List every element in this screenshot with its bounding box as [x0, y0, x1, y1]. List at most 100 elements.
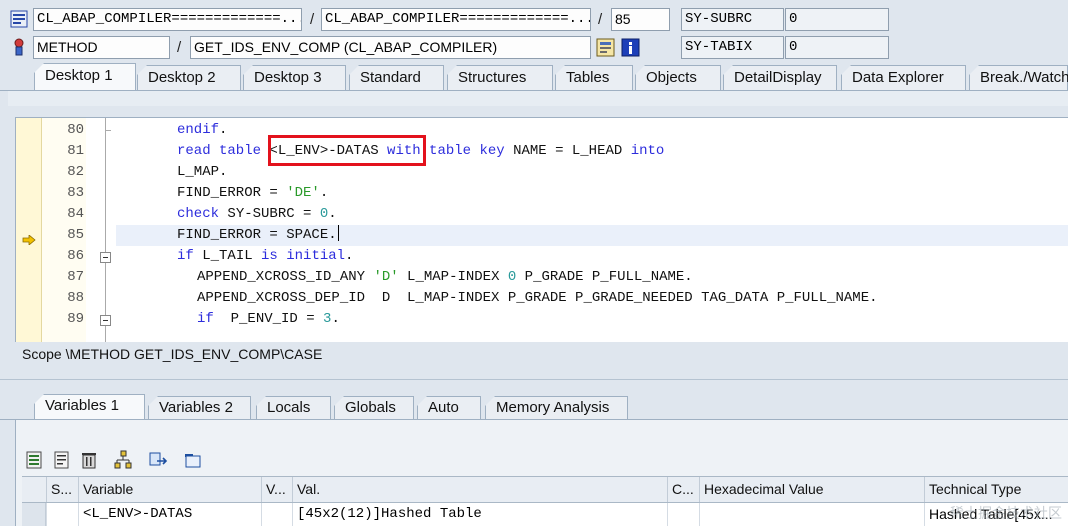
line-number: 84 — [67, 206, 84, 222]
fold-toggle-icon[interactable] — [100, 315, 111, 326]
variables-grid-header: S... Variable V... Val. C... Hexadecimal… — [22, 476, 1068, 503]
sysfield-value-1[interactable]: 0 — [785, 8, 889, 31]
code-text: APPEND_XCROSS_ID_ANY 'D' L_MAP-INDEX 0 P… — [197, 269, 693, 285]
code-line[interactable]: 83 FIND_ERROR = 'DE'. — [16, 183, 1068, 204]
code-text: if P_ENV_ID = 3. — [197, 311, 340, 327]
fold-end-tick — [105, 130, 111, 131]
tab-data-explorer[interactable]: Data Explorer — [841, 65, 966, 91]
header-row-program: CL_ABAP_COMPILER=============... / CL_AB… — [0, 6, 1068, 34]
line-number: 82 — [67, 164, 84, 180]
v-cell — [261, 503, 292, 526]
watermark: 稀土掘金技术社区 — [950, 505, 1062, 521]
line-number: 86 — [67, 248, 84, 264]
tab-globals[interactable]: Globals — [334, 396, 414, 420]
hierarchy-icon[interactable] — [113, 450, 133, 470]
fold-guide — [105, 118, 106, 342]
code-line[interactable]: 88 APPEND_XCROSS_DEP_ID D L_MAP-INDEX P_… — [16, 288, 1068, 309]
header-row-event: METHOD / GET_IDS_ENV_COMP (CL_ABAP_COMPI… — [0, 34, 1068, 62]
slash-separator: / — [598, 11, 603, 28]
folder-icon[interactable] — [183, 450, 203, 470]
current-code-line[interactable]: 85 FIND_ERROR = SPACE. — [67, 225, 1068, 246]
hex-cell — [699, 503, 924, 526]
fold-toggle-icon[interactable] — [100, 252, 111, 263]
code-text: if L_TAIL is initial. — [177, 248, 354, 264]
status-cell — [46, 503, 78, 526]
line-number: 89 — [67, 311, 84, 327]
code-text: FIND_ERROR = 'DE'. — [177, 185, 329, 201]
tab-variables-1[interactable]: Variables 1 — [34, 394, 145, 420]
display-object-icon[interactable] — [596, 38, 615, 57]
code-text: check SY-SUBRC = 0. — [177, 206, 337, 222]
line-number: 87 — [67, 269, 84, 285]
table-row[interactable]: <L_ENV>-DATAS [45x2(12)]Hashed Table Has… — [22, 503, 1068, 526]
tab-desktop-1[interactable]: Desktop 1 — [34, 63, 136, 91]
line-number: 80 — [67, 122, 84, 138]
tab-variables-2[interactable]: Variables 2 — [148, 396, 251, 420]
code-text: APPEND_XCROSS_DEP_ID D L_MAP-INDEX P_GRA… — [197, 290, 878, 306]
tab-break-watch[interactable]: Break./Watch — [969, 65, 1068, 91]
tab-memory-analysis[interactable]: Memory Analysis — [485, 396, 628, 420]
event-type-field[interactable]: METHOD — [33, 36, 170, 59]
line-number: 88 — [67, 290, 84, 306]
slash-separator: / — [177, 39, 182, 56]
code-line[interactable]: 84 check SY-SUBRC = 0. — [16, 204, 1068, 225]
column-header-v[interactable]: V... — [261, 477, 292, 502]
tab-structures[interactable]: Structures — [447, 65, 553, 91]
column-header-s[interactable]: S... — [46, 477, 78, 502]
tab-objects[interactable]: Objects — [635, 65, 721, 91]
tab-desktop-3[interactable]: Desktop 3 — [243, 65, 346, 91]
sysfield-name-1[interactable]: SY-SUBRC — [681, 8, 784, 31]
code-text: endif. — [177, 122, 228, 138]
code-line[interactable]: 89 if P_ENV_ID = 3. — [16, 309, 1068, 330]
sysfield-name-2[interactable]: SY-TABIX — [681, 36, 784, 59]
row-select-header[interactable] — [22, 477, 46, 502]
desktop-tabstrip: Desktop 1 Desktop 2 Desktop 3 Standard S… — [0, 63, 1068, 91]
pane-splitter[interactable] — [0, 379, 1068, 380]
tab-auto[interactable]: Auto — [417, 396, 481, 420]
document-icon[interactable] — [52, 450, 72, 470]
method-icon — [14, 38, 24, 56]
variable-cell[interactable]: <L_ENV>-DATAS — [78, 503, 261, 526]
code-line[interactable]: 87 APPEND_XCROSS_ID_ANY 'D' L_MAP-INDEX … — [16, 267, 1068, 288]
desktop-band — [8, 91, 1068, 106]
program-field[interactable]: CL_ABAP_COMPILER=============... — [33, 8, 302, 31]
c-cell — [667, 503, 699, 526]
transfer-icon[interactable] — [148, 450, 168, 470]
include-field[interactable]: CL_ABAP_COMPILER=============... — [321, 8, 591, 31]
column-header-hex[interactable]: Hexadecimal Value — [699, 477, 924, 502]
code-line[interactable]: 80 endif. — [16, 120, 1068, 141]
variables-tabstrip: Variables 1 Variables 2 Locals Globals A… — [0, 394, 1068, 420]
event-field[interactable]: GET_IDS_ENV_COMP (CL_ABAP_COMPILER) — [190, 36, 591, 59]
scope-label: Scope \METHOD GET_IDS_ENV_COMP\CASE — [22, 346, 323, 362]
code-line[interactable]: 82 L_MAP. — [16, 162, 1068, 183]
code-text: FIND_ERROR = SPACE. — [177, 225, 339, 243]
code-line[interactable]: 86 if L_TAIL is initial. — [16, 246, 1068, 267]
column-header-variable[interactable]: Variable — [78, 477, 261, 502]
tab-locals[interactable]: Locals — [256, 396, 331, 420]
code-line[interactable]: 81 read table <L_ENV>-DATAS with table k… — [16, 141, 1068, 162]
row-selector[interactable] — [22, 503, 46, 526]
text-cursor — [337, 225, 339, 241]
column-header-value[interactable]: Val. — [292, 477, 667, 502]
line-number: 83 — [67, 185, 84, 201]
info-icon[interactable] — [621, 38, 640, 57]
current-line-arrow-icon — [22, 235, 36, 245]
column-header-c[interactable]: C... — [667, 477, 699, 502]
line-number: 81 — [67, 143, 84, 159]
code-text: L_MAP. — [177, 164, 228, 180]
tab-standard[interactable]: Standard — [349, 65, 444, 91]
column-header-technical-type[interactable]: Technical Type — [924, 477, 1064, 502]
line-field[interactable]: 85 — [611, 8, 670, 31]
program-icon — [10, 10, 28, 28]
code-editor[interactable]: 80 endif. 81 read table <L_ENV>-DATAS wi… — [15, 117, 1068, 342]
sysfield-value-2[interactable]: 0 — [785, 36, 889, 59]
details-icon[interactable] — [25, 450, 45, 470]
tab-desktop-2[interactable]: Desktop 2 — [137, 65, 241, 91]
tab-tables[interactable]: Tables — [555, 65, 633, 91]
tab-detaildisplay[interactable]: DetailDisplay — [723, 65, 837, 91]
delete-icon[interactable] — [79, 450, 99, 470]
value-cell[interactable]: [45x2(12)]Hashed Table — [292, 503, 667, 526]
line-number: 85 — [67, 227, 84, 243]
slash-separator: / — [310, 11, 315, 28]
highlight-box — [268, 135, 426, 166]
